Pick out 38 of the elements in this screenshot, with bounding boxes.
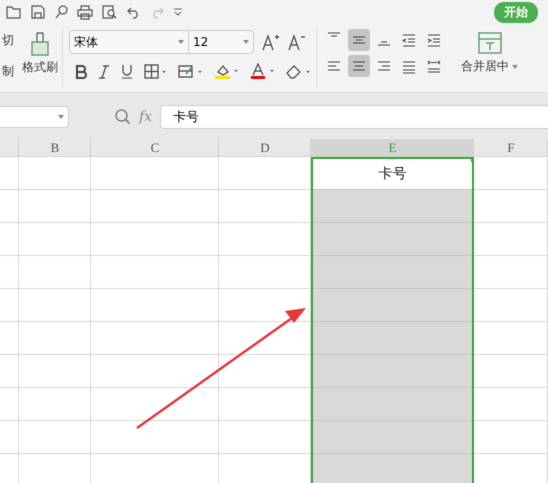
cut-label[interactable]: 切 bbox=[2, 32, 14, 49]
alignment-button[interactable] bbox=[348, 29, 370, 51]
bold-icon[interactable] bbox=[74, 64, 88, 78]
caret-icon bbox=[58, 115, 64, 119]
distribute-icon bbox=[425, 58, 443, 74]
folder-icon[interactable] bbox=[6, 5, 22, 19]
copy-label[interactable]: 制 bbox=[2, 63, 14, 80]
eraser-icon[interactable] bbox=[286, 64, 312, 79]
align-bottom-icon bbox=[375, 40, 393, 47]
column-header[interactable]: D bbox=[219, 139, 311, 157]
merge-center-button[interactable]: 合并居中 bbox=[455, 24, 524, 76]
selected-column[interactable]: 卡号 bbox=[311, 157, 474, 483]
merge-cells-icon bbox=[478, 32, 502, 54]
outdent-icon bbox=[400, 32, 418, 48]
column-header[interactable]: C bbox=[91, 139, 219, 157]
print-icon[interactable] bbox=[77, 4, 93, 20]
format-painter-button[interactable]: 格式刷 bbox=[22, 32, 58, 80]
italic-icon[interactable] bbox=[98, 64, 110, 78]
caret-icon bbox=[512, 64, 518, 69]
align-top-icon bbox=[325, 32, 343, 39]
alignment-button[interactable] bbox=[348, 55, 370, 77]
font-color-icon[interactable] bbox=[250, 63, 276, 80]
column-header[interactable]: B bbox=[19, 139, 91, 157]
increase-font-icon[interactable] bbox=[262, 33, 280, 51]
cell-style-icon[interactable] bbox=[178, 64, 204, 79]
table-cell[interactable]: 卡号 bbox=[313, 159, 472, 189]
save-icon[interactable] bbox=[31, 5, 45, 19]
borders-icon[interactable] bbox=[144, 64, 168, 79]
decrease-font-icon[interactable] bbox=[288, 33, 306, 51]
dropdown-icon[interactable] bbox=[173, 8, 183, 16]
underline-icon[interactable] bbox=[120, 64, 134, 79]
print-preview-icon[interactable] bbox=[102, 4, 118, 20]
column-header[interactable]: F bbox=[474, 139, 548, 157]
zoom-icon[interactable] bbox=[115, 109, 131, 125]
indent-icon bbox=[425, 32, 443, 48]
formula-field[interactable]: 卡号 bbox=[160, 105, 548, 129]
brush-icon bbox=[29, 32, 51, 56]
fill-color-icon[interactable] bbox=[214, 63, 240, 80]
